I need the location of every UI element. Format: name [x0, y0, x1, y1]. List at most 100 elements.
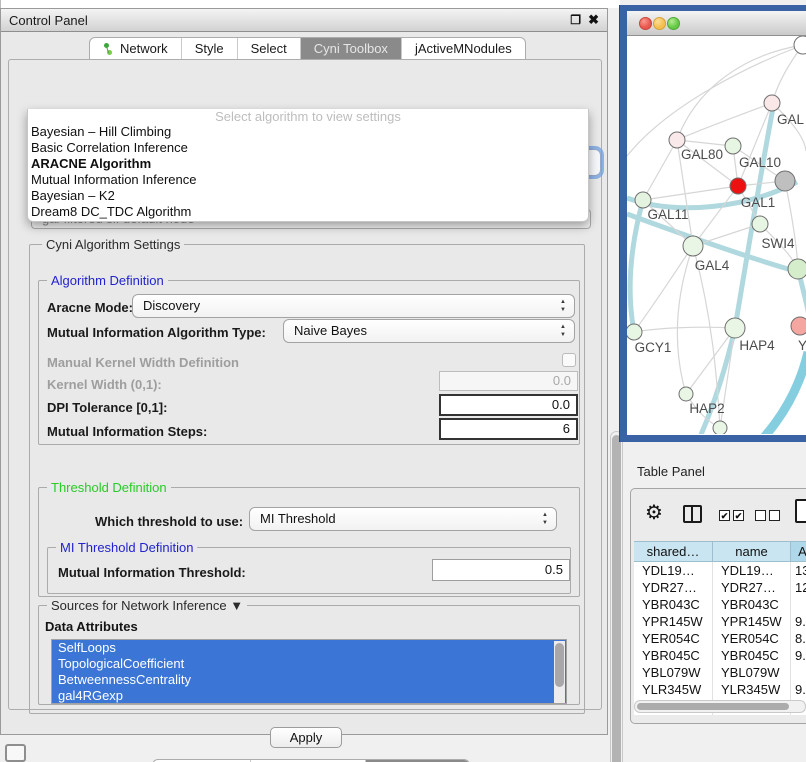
algorithm-option-bayesian-hill-climbing[interactable]: Bayesian – Hill Climbing	[28, 124, 588, 140]
table-horizontal-scrollbar[interactable]	[634, 700, 806, 713]
network-node-hap4[interactable]	[725, 318, 745, 338]
tab-label: jActiveMNodules	[415, 41, 512, 56]
attribute-item-gal4rgexp[interactable]: gal4RGexp	[52, 688, 566, 704]
column-header-shared[interactable]: shared…	[634, 542, 713, 561]
mi-type-combobox[interactable]: Naive Bayes ▲▼	[283, 319, 575, 343]
attribute-item-selfloops[interactable]: SelfLoops	[52, 640, 566, 656]
table-row[interactable]: YBL079WYBL079W	[634, 664, 806, 681]
tab-cyni-toolbox[interactable]: Cyni Toolbox	[301, 38, 402, 59]
attribute-item-topologicalcoefficient[interactable]: TopologicalCoefficient	[52, 656, 566, 672]
zoom-traffic-light[interactable]	[667, 17, 680, 30]
network-node-hap2[interactable]	[679, 387, 693, 401]
node-label-gal4: GAL4	[695, 258, 730, 273]
table-cell: YBR045C	[713, 647, 791, 664]
scrollbar-thumb[interactable]	[637, 703, 789, 710]
dpi-tolerance-field[interactable]: 0.0	[439, 394, 578, 416]
unchecked-columns-icon[interactable]	[769, 510, 780, 521]
sources-group: Sources for Network Inference ▼ Data Att…	[38, 605, 580, 705]
triangle-down-icon: ▼	[230, 598, 243, 613]
network-node-gal10[interactable]	[725, 138, 741, 154]
stepper-icon: ▲▼	[560, 323, 566, 339]
network-canvas[interactable]: GALGAL80GAL10GAL1GAL11SWI4GAL4GCY1HAP4YH…	[627, 36, 806, 434]
which-threshold-combobox[interactable]: MI Threshold ▲▼	[249, 507, 557, 531]
column-header-name[interactable]: name	[713, 542, 791, 561]
table-row[interactable]: YLR345WYLR345W9.	[634, 681, 806, 698]
network-node-swi4[interactable]	[752, 216, 768, 232]
close-panel-icon[interactable]: ✖	[588, 12, 599, 28]
network-node[interactable]	[788, 259, 806, 279]
table-row[interactable]: YDR27…YDR27…12	[634, 579, 806, 596]
checked-columns-icon[interactable]: ✔	[733, 510, 744, 521]
network-node-gal[interactable]	[764, 95, 780, 111]
split-columns-icon[interactable]	[683, 505, 702, 523]
table-row[interactable]: YBR043CYBR043C	[634, 596, 806, 613]
algorithm-option-dream8-dc-tdc-algorithm[interactable]: Dream8 DC_TDC Algorithm	[28, 204, 588, 220]
table-panel-title: Table Panel	[637, 464, 705, 479]
network-node[interactable]	[794, 36, 806, 54]
float-window-icon[interactable]: ❐	[570, 13, 581, 27]
sources-group-title[interactable]: Sources for Network Inference ▼	[47, 598, 247, 613]
network-node-y[interactable]	[791, 317, 806, 335]
table-cell: YDR27…	[713, 579, 791, 596]
tab-network[interactable]: Network	[90, 38, 182, 59]
network-node[interactable]	[713, 421, 727, 434]
table-row[interactable]: YDL19…YDL19…13	[634, 562, 806, 579]
algorithm-option-mutual-information-inference[interactable]: Mutual Information Inference	[28, 172, 588, 188]
table-row[interactable]: YER054CYER054C8.	[634, 630, 806, 647]
scrollbar-thumb[interactable]	[612, 435, 621, 762]
settings-vertical-scrollbar[interactable]	[610, 431, 623, 762]
mi-steps-field[interactable]: 6	[439, 418, 578, 440]
column-header-a[interactable]: A	[791, 542, 806, 561]
network-node[interactable]	[775, 171, 795, 191]
network-view-window: GALGAL80GAL10GAL1GAL11SWI4GAL4GCY1HAP4YH…	[620, 5, 806, 442]
mi-type-label: Mutual Information Algorithm Type:	[47, 325, 266, 340]
scrollbar-thumb[interactable]	[555, 643, 564, 687]
control-panel-window: Control Panel ❐ ✖ NetworkStyleSelectCyni…	[0, 8, 608, 735]
tab-label: Network	[120, 41, 168, 56]
control-panel-tabbar: Network Style Select Cyni Toolbox jActiveMNo…	[89, 37, 526, 60]
minimize-traffic-light[interactable]	[653, 17, 666, 30]
algorithm-option-aracne-algorithm[interactable]: ARACNE Algorithm	[28, 156, 588, 172]
network-node-gal4[interactable]	[683, 236, 703, 256]
settings-gear-icon[interactable]: ⚙	[645, 500, 663, 525]
data-attributes-list: SelfLoopsTopologicalCoefficientBetweenne…	[51, 639, 567, 704]
mi-threshold-definition-group: MI Threshold Definition Mutual Informati…	[47, 547, 571, 594]
tab-jactivemnodules[interactable]: jActiveMNodules	[402, 38, 525, 59]
network-node-gcy1[interactable]	[627, 324, 642, 340]
bottom-left-partial-button[interactable]	[5, 744, 26, 762]
close-traffic-light[interactable]	[639, 17, 652, 30]
table-cell: YPR145W	[713, 613, 791, 630]
table-cell: 13	[791, 562, 806, 579]
tab-style[interactable]: Style	[182, 38, 238, 59]
kernel-width-field[interactable]: 0.0	[439, 371, 578, 391]
node-attribute-table: shared…nameAYDL19…YDL19…13YDR27…YDR27…12…	[634, 541, 806, 715]
algorithm-option-basic-correlation-inference[interactable]: Basic Correlation Inference	[28, 140, 588, 156]
node-label-gal1: GAL1	[741, 195, 776, 210]
network-node-gal1[interactable]	[730, 178, 746, 194]
table-row[interactable]: YBR045CYBR045C9.	[634, 647, 806, 664]
dpi-tolerance-label: DPI Tolerance [0,1]:	[47, 400, 167, 415]
table-cell	[791, 664, 806, 681]
table-row[interactable]: YPR145WYPR145W9.	[634, 613, 806, 630]
checked-columns-icon[interactable]: ✔	[719, 510, 730, 521]
algorithm-option-bayesian-k2[interactable]: Bayesian – K2	[28, 188, 588, 204]
aracne-mode-combobox[interactable]: Discovery ▲▼	[132, 294, 575, 318]
table-header-row: shared…nameA	[634, 541, 806, 562]
network-node-gal80[interactable]	[669, 132, 685, 148]
attribute-item-betweennesscentrality[interactable]: BetweennessCentrality	[52, 672, 566, 688]
unchecked-columns-icon[interactable]	[755, 510, 766, 521]
node-label-gal80: GAL80	[681, 147, 723, 162]
manual-kernel-checkbox[interactable]	[562, 353, 576, 367]
tab-select[interactable]: Select	[238, 38, 301, 59]
document-icon[interactable]	[795, 499, 806, 523]
attributes-scrollbar[interactable]	[554, 641, 565, 704]
network-node-gal11[interactable]	[635, 192, 651, 208]
tab-label: Select	[251, 41, 287, 56]
screen-root: Control Panel ❐ ✖ NetworkStyleSelectCyni…	[0, 0, 806, 762]
node-label-gal10: GAL10	[739, 155, 781, 170]
network-graph: GALGAL80GAL10GAL1GAL11SWI4GAL4GCY1HAP4YH…	[627, 36, 806, 434]
table-cell	[791, 596, 806, 613]
which-threshold-value: MI Threshold	[260, 511, 336, 526]
mi-threshold-field[interactable]: 0.5	[432, 559, 570, 581]
apply-button[interactable]: Apply	[270, 727, 342, 748]
